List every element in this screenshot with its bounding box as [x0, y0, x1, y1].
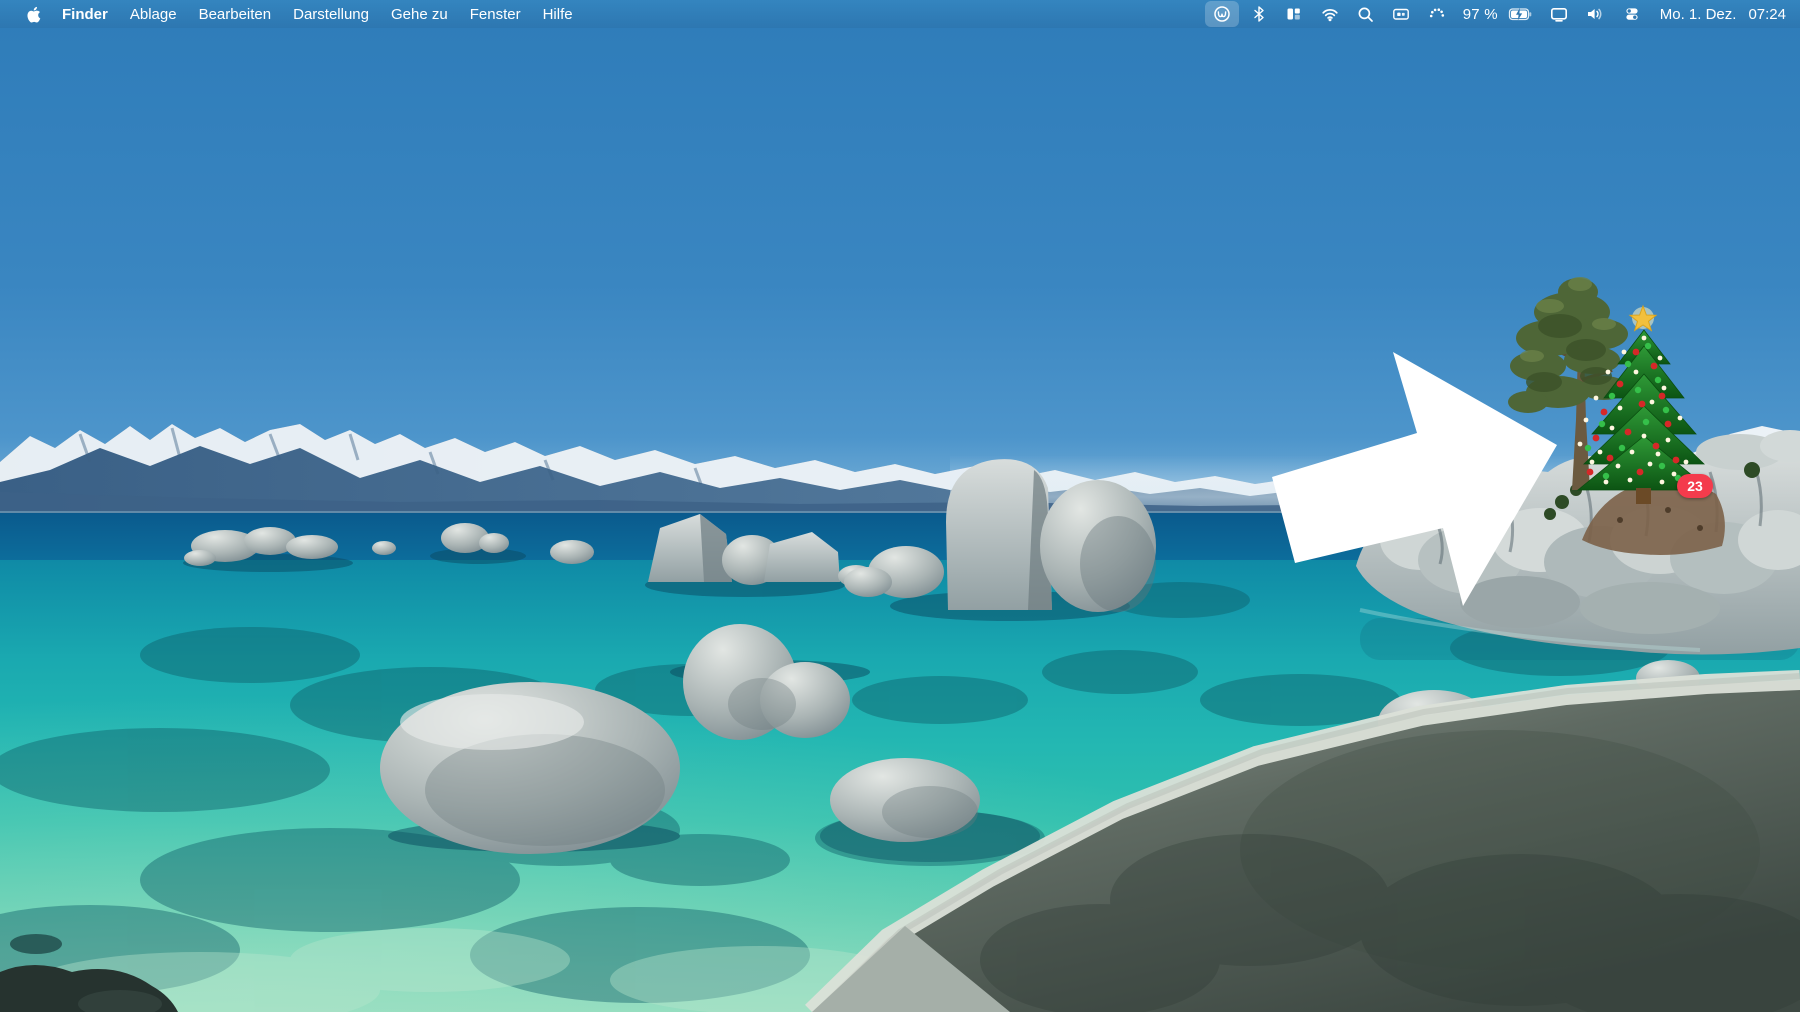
menu-bearbeiten[interactable]: Bearbeiten: [188, 6, 283, 23]
window-tiling-icon[interactable]: [1276, 3, 1312, 25]
notification-badge: 23: [1677, 474, 1713, 498]
apple-menu[interactable]: [16, 0, 51, 28]
control-center-icon[interactable]: [1614, 3, 1650, 25]
card-two-dots-icon[interactable]: [1383, 3, 1419, 25]
menu-ablage[interactable]: Ablage: [119, 6, 188, 23]
screen-mirroring-icon[interactable]: [1541, 3, 1577, 25]
menu-bar-status: 97 %: [1202, 0, 1800, 28]
wifi-icon[interactable]: [1312, 3, 1348, 25]
spotlight-search-icon[interactable]: [1348, 3, 1383, 25]
active-app-name[interactable]: Finder: [51, 6, 119, 23]
menu-bar-clock[interactable]: 07:24: [1742, 6, 1786, 23]
badge-count: 23: [1687, 478, 1703, 494]
menu-darstellung[interactable]: Darstellung: [282, 6, 380, 23]
menu-gehe-zu[interactable]: Gehe zu: [380, 6, 459, 23]
bluetooth-icon[interactable]: [1242, 3, 1276, 25]
volume-icon[interactable]: [1577, 3, 1614, 25]
menu-bar-date[interactable]: Mo. 1. Dez.: [1650, 6, 1743, 23]
app-menu-extra-icon[interactable]: [1205, 1, 1239, 27]
menu-bar: Finder Ablage Bearbeiten Darstellung Geh…: [0, 0, 1800, 28]
dotted-arc-icon[interactable]: [1419, 3, 1455, 25]
desktop-wallpaper: [0, 0, 1800, 1012]
menu-hilfe[interactable]: Hilfe: [532, 6, 584, 23]
apple-logo-icon: [26, 5, 41, 23]
menu-bar-left: Finder Ablage Bearbeiten Darstellung Geh…: [0, 0, 584, 28]
desktop: 23 Finder Ablage Bearbeiten Darstellung …: [0, 0, 1800, 1012]
menu-fenster[interactable]: Fenster: [459, 6, 532, 23]
battery-percent[interactable]: 97 %: [1455, 6, 1500, 23]
battery-charging-icon[interactable]: [1500, 3, 1541, 25]
